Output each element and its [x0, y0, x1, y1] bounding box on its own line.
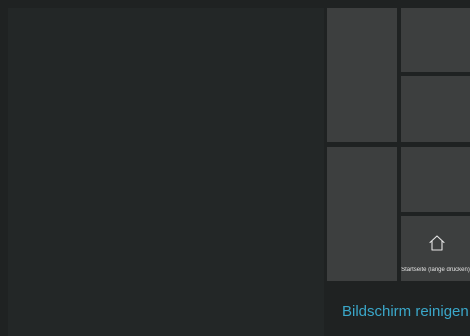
home-icon — [429, 235, 445, 251]
home-button-label: Startseite (lange drücken) — [401, 267, 470, 273]
tile-left-bottom[interactable] — [327, 147, 397, 281]
tile-right-middle[interactable] — [401, 76, 470, 142]
tile-left-top[interactable] — [327, 8, 397, 142]
tile-right-top[interactable] — [401, 8, 470, 72]
main-content-area — [8, 8, 324, 336]
screen: Startseite (lange drücken) Bildschirm re… — [0, 0, 470, 336]
tile-right-lower[interactable] — [401, 147, 470, 212]
clean-screen-label: Bildschirm reinigen — [342, 303, 469, 320]
home-button[interactable]: Startseite (lange drücken) — [401, 216, 470, 281]
clean-screen-button[interactable]: Bildschirm reinigen — [327, 286, 470, 336]
